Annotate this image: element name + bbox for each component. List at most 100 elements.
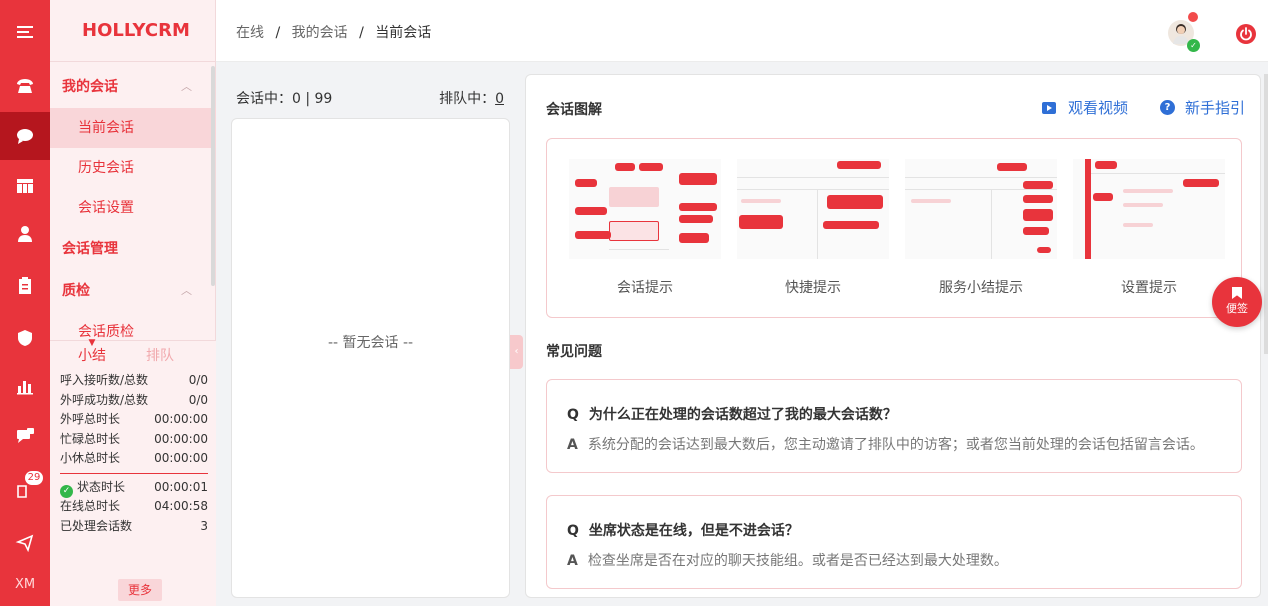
nav-item-session-quality[interactable]: 会话质检 [50, 312, 216, 338]
sticky-note-label: 便签 [1226, 302, 1248, 315]
clipboard-icon[interactable] [0, 262, 50, 310]
play-icon [1042, 101, 1056, 114]
watch-video-label: 观看视频 [1068, 99, 1129, 117]
bookmark-icon [1232, 287, 1242, 299]
stat-value: 00:00:00 [154, 431, 208, 446]
grid-icon[interactable] [0, 162, 50, 210]
breadcrumb-separator: / [275, 25, 281, 41]
beginner-guide-link[interactable]: ? 新手指引 [1160, 97, 1245, 118]
menu-icon[interactable] [0, 8, 50, 56]
icon-rail: 29 XM [0, 0, 50, 606]
tab-queue[interactable]: 排队 [146, 341, 174, 371]
tab-queue-label: 排队 [146, 348, 174, 364]
nav-section-label: 会话管理 [62, 241, 118, 257]
breadcrumb-online[interactable]: 在线 [236, 25, 264, 41]
power-icon [1240, 27, 1252, 41]
sticky-note-button[interactable]: 便签 [1212, 277, 1262, 327]
active-indicator-icon: ▼ [88, 338, 96, 348]
breadcrumb-current: 当前会话 [375, 25, 432, 41]
online-status-icon: ✓ [1187, 39, 1200, 52]
tab-summary-label: 小结 [78, 348, 106, 364]
nav-item-session-settings[interactable]: 会话设置 [50, 188, 216, 228]
nav-section-session-management[interactable]: 会话管理 [50, 228, 216, 270]
stat-value: 00:00:00 [154, 451, 208, 465]
user-icon[interactable] [0, 210, 50, 258]
faq-answer-text: 系统分配的会话达到最大数后，您主动邀请了排队中的访客；或者您当前处理的会话包括留… [587, 437, 1204, 453]
more-button[interactable]: 更多 [118, 579, 162, 601]
stat-label: 忙碌总时长 [60, 431, 121, 446]
active-session-label: 会话中： [236, 91, 292, 107]
avatar[interactable]: ✓ [1168, 12, 1200, 52]
thumbnail-label: 会话提示 [617, 280, 673, 296]
stat-row: 呼入接听数/总数 0/0 [50, 371, 216, 391]
stats-tabs: ▼ 小结 排队 [50, 338, 216, 371]
nav-section-label: 我的会话 [62, 79, 118, 95]
collapse-handle[interactable]: ‹ [510, 335, 523, 369]
nav-menu: 我的会话 ︿ 当前会话 历史会话 会话设置 会话管理 质检 ︿ 会话质检 [50, 66, 216, 338]
chat-icon[interactable] [0, 112, 50, 160]
stat-value: 0/0 [188, 392, 208, 407]
stats-divider [60, 472, 208, 474]
stat-label: 外呼总时长 [60, 412, 121, 426]
stat-label: 已处理会话数 [60, 518, 133, 533]
nav-section-quality[interactable]: 质检 ︿ [50, 270, 216, 312]
thumbnail-service-summary[interactable] [905, 159, 1057, 259]
faq-answer-text: 检查坐席是否在对应的聊天技能组。或者是否已经达到最大处理数。 [587, 553, 1008, 569]
stat-value: 04:00:58 [154, 499, 208, 513]
nav-item-current-session[interactable]: 当前会话 [50, 108, 216, 148]
watch-video-link[interactable]: 观看视频 [1042, 97, 1128, 118]
guide-panel: 会话图解 观看视频 ? 新手指引 会话提示 快捷提示 服务小结提示 设置提示 常… [525, 74, 1261, 598]
chevron-up-icon: ︿ [181, 80, 192, 93]
stat-value: 0/0 [188, 373, 208, 387]
main-scrollbar[interactable] [1264, 74, 1268, 354]
nav-section-my-sessions[interactable]: 我的会话 ︿ [50, 66, 216, 108]
queue-value-link[interactable]: 0 [495, 91, 504, 107]
phone-icon[interactable] [0, 62, 50, 110]
empty-state-text: -- 暂无会话 -- [327, 335, 414, 351]
notification-badge: 29 [24, 470, 44, 486]
stat-label: 外呼成功数/总数 [60, 392, 149, 407]
shield-icon[interactable] [0, 314, 50, 362]
top-bar: 在线 / 我的会话 / 当前会话 ✓ [216, 0, 1268, 62]
brand-logo[interactable]: HOLLYCRM [50, 0, 215, 62]
question-mark-label: Q [567, 407, 579, 423]
notification-dot-icon [1188, 12, 1198, 22]
answer-mark-label: A [567, 553, 578, 569]
faq-answer: A 检查坐席是否在对应的聊天技能组。或者是否已经达到最大处理数。 [567, 550, 1008, 570]
queue-count: 排队中：0 [439, 88, 504, 108]
nav-scrollbar[interactable] [211, 66, 215, 286]
check-icon: ✓ [60, 484, 73, 498]
send-icon[interactable] [0, 518, 50, 566]
queue-label: 排队中： [439, 91, 496, 107]
thumbnail-label: 快捷提示 [785, 280, 841, 296]
faq-item: Q 为什么正在处理的会话数超过了我的最大会话数？ A 系统分配的会话达到最大数后，您… [546, 379, 1242, 473]
thumbnail-session-tips[interactable] [569, 159, 721, 259]
help-icon: ? [1160, 100, 1175, 115]
thumbnail-label: 设置提示 [1121, 280, 1177, 296]
faq-title: 常见问题 [546, 344, 602, 360]
thumbnail-quick-tips[interactable] [737, 159, 889, 259]
nav-section-label: 质检 [62, 283, 90, 299]
thumbnail-settings-tips[interactable] [1073, 159, 1225, 259]
faq-question: Q 坐席状态是在线，但是不进会话？ [567, 520, 799, 540]
active-session-value: 0 | 99 [292, 91, 333, 107]
user-initials[interactable]: XM [0, 570, 50, 600]
tab-summary[interactable]: ▼ 小结 [78, 338, 106, 371]
faq-question-text: 坐席状态是在线，但是不进会话？ [588, 523, 799, 539]
message-icon[interactable] [0, 412, 50, 460]
nav-item-history-session[interactable]: 历史会话 [50, 148, 216, 188]
faq-item: Q 坐席状态是在线，但是不进会话？ A 检查坐席是否在对应的聊天技能组。或者是否已经… [546, 495, 1242, 589]
apps-icon[interactable]: 29 [0, 466, 50, 514]
faq-question: Q 为什么正在处理的会话数超过了我的最大会话数？ [567, 404, 897, 424]
answer-mark-label: A [567, 437, 578, 453]
stat-row: ✓ 状态时长 00:00:01 [50, 478, 216, 498]
breadcrumb-separator: / [359, 25, 364, 41]
conversation-list[interactable]: -- 暂无会话 -- [231, 118, 510, 598]
bar-chart-icon[interactable] [0, 362, 50, 410]
stat-row: 外呼总时长 00:00:00 [50, 410, 216, 430]
beginner-guide-label: 新手指引 [1185, 99, 1246, 117]
faq-question-text: 为什么正在处理的会话数超过了我的最大会话数？ [588, 407, 897, 423]
power-button[interactable] [1236, 24, 1256, 44]
stat-label: 在线总时长 [60, 499, 121, 513]
breadcrumb-my-sessions[interactable]: 我的会话 [292, 25, 348, 41]
